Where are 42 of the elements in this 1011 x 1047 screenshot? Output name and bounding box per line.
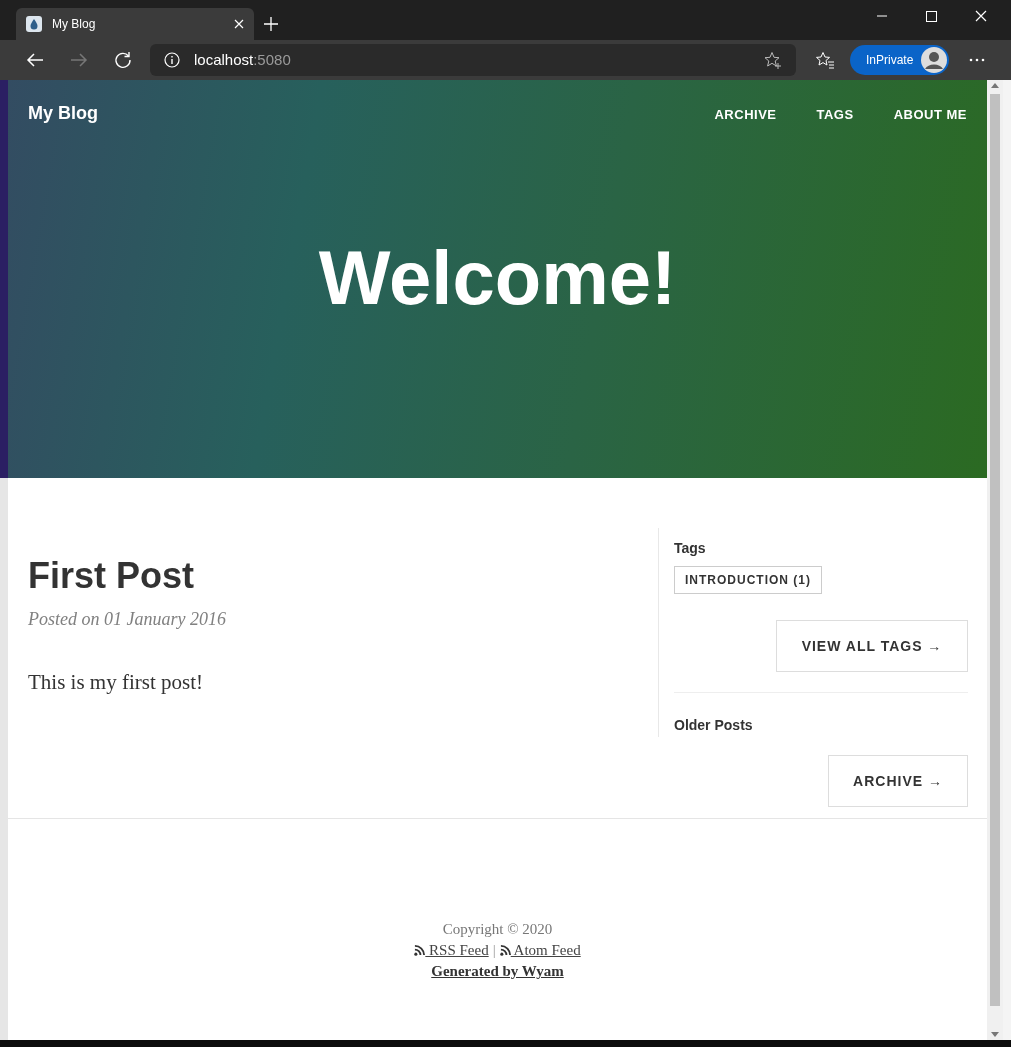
droplet-icon: [26, 16, 42, 32]
browser-tab[interactable]: My Blog: [16, 8, 254, 40]
hero-title: Welcome!: [318, 233, 677, 322]
link-separator: |: [492, 941, 496, 960]
nav-link[interactable]: ARCHIVE: [714, 104, 777, 125]
up-arrow-icon[interactable]: [991, 82, 999, 88]
tag-button[interactable]: INTRODUCTION (1): [674, 566, 822, 594]
rss-icon: [414, 945, 426, 956]
post-title[interactable]: First Post: [28, 554, 658, 598]
close-icon[interactable]: [234, 19, 244, 29]
archive-button[interactable]: ARCHIVE →: [828, 755, 968, 807]
tab-title: My Blog: [52, 16, 97, 33]
new-tab-icon[interactable]: [264, 17, 278, 31]
view-all-tags-button[interactable]: VIEW ALL TAGS →: [776, 620, 968, 672]
forward-arrow-icon[interactable]: [70, 52, 88, 68]
close-icon[interactable]: [975, 10, 987, 22]
back-arrow-icon[interactable]: [26, 52, 44, 68]
info-icon: [164, 52, 180, 68]
scroll-thumb[interactable]: [990, 94, 1000, 1006]
more-icon[interactable]: [969, 58, 986, 62]
blog-brand-link[interactable]: My Blog: [28, 100, 98, 127]
address-bar[interactable]: localhost:5080: [150, 44, 796, 76]
favorites-icon[interactable]: [816, 51, 834, 69]
rss-icon: [499, 945, 511, 956]
generator-link[interactable]: Generated by Wyam: [431, 961, 564, 982]
inprivate-badge[interactable]: InPrivate: [850, 45, 950, 75]
nav-link[interactable]: ABOUT ME: [893, 104, 967, 125]
down-arrow-icon[interactable]: [991, 1032, 999, 1038]
scrollbar[interactable]: [987, 80, 1003, 1040]
tags-heading: Tags: [674, 540, 706, 556]
post-excerpt: This is my first post!: [28, 669, 204, 696]
older-posts-heading: Older Posts: [674, 717, 753, 733]
rss-feed-link[interactable]: RSS Feed: [414, 940, 489, 961]
star-icon[interactable]: [764, 51, 782, 69]
copyright-text: Copyright © 2020: [442, 920, 553, 939]
post-date: Posted on 01 January 2016: [28, 608, 227, 631]
refresh-icon[interactable]: [114, 51, 132, 69]
atom-feed-link[interactable]: Atom Feed: [499, 940, 581, 961]
nav-link[interactable]: TAGS: [816, 104, 854, 125]
avatar-icon: [921, 47, 948, 73]
url-text: localhost:5080: [194, 49, 292, 70]
maximize-icon[interactable]: [926, 10, 937, 22]
